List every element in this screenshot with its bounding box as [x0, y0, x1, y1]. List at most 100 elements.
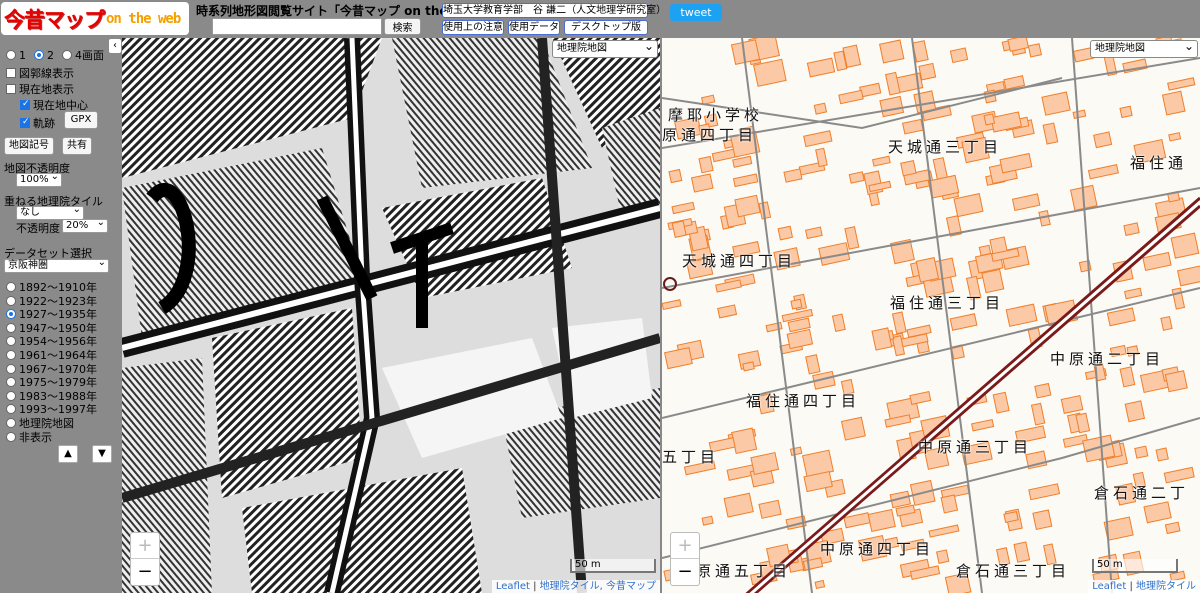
label-place-9: 五丁目: [662, 448, 720, 466]
logo-main-text: 今昔マップ: [4, 7, 105, 32]
building-shape: [742, 361, 755, 372]
building-shape: [1124, 400, 1146, 423]
left-attribution-separator: |: [529, 581, 540, 592]
down-arrow-icon[interactable]: ▼: [92, 445, 112, 463]
right-source-link[interactable]: 地理院タイル: [1136, 581, 1196, 592]
left-source-link[interactable]: 地理院タイル, 今昔マップ: [540, 581, 656, 592]
building-shape: [918, 62, 937, 81]
building-shape: [840, 416, 866, 441]
desktop-version-button[interactable]: デスクトップ版: [564, 20, 648, 35]
label-place-7: 福住通四丁目: [746, 392, 861, 410]
left-zoom-out-button[interactable]: −: [131, 559, 159, 585]
building-shape: [1123, 222, 1140, 236]
label-place-11: 中原通四丁目: [820, 540, 935, 558]
search-button[interactable]: 検索: [384, 18, 421, 35]
site-logo[interactable]: 今昔マップ on the web: [1, 2, 189, 35]
building-shape: [701, 515, 714, 526]
label-place-13: 倉石通三丁目: [956, 562, 1071, 580]
label-place-2: 天城通三丁目: [888, 138, 1003, 156]
sidebar: 1 2 4画面 図郭線表示 現在地表示 現在地中心 軌跡 GPX 地図記号 共有…: [0, 38, 122, 593]
current-location-label: 現在地表示: [19, 83, 74, 96]
center-current-checkbox[interactable]: [20, 99, 30, 110]
label-school: 摩耶小学校: [668, 106, 764, 124]
period-radio[interactable]: [6, 322, 16, 333]
building-shape: [936, 549, 950, 564]
left-leaflet-link[interactable]: Leaflet: [496, 581, 530, 592]
left-zoom-in-button[interactable]: +: [131, 533, 159, 559]
building-shape: [790, 298, 803, 310]
overlay-select[interactable]: なし: [16, 204, 84, 220]
gpx-button[interactable]: GPX: [64, 111, 98, 129]
legend-button[interactable]: 地図記号: [4, 137, 54, 155]
historical-map-image: [122, 38, 660, 593]
period-radio[interactable]: [6, 282, 16, 292]
building-shape: [940, 494, 959, 514]
notes-button[interactable]: 使用上の注意: [442, 20, 504, 35]
building-shape: [731, 427, 758, 455]
left-layer-select[interactable]: 地理院地図: [552, 38, 658, 58]
period-label: 非表示: [19, 430, 52, 444]
grid-checkbox[interactable]: [6, 68, 16, 78]
building-shape: [1134, 445, 1149, 459]
building-shape: [668, 168, 683, 184]
period-radio[interactable]: [6, 377, 16, 388]
share-button[interactable]: 共有: [62, 137, 92, 155]
period-option[interactable]: 非表示: [6, 429, 52, 445]
search-input[interactable]: [212, 18, 382, 35]
right-layer-select[interactable]: 地理院地図: [1090, 38, 1198, 58]
period-radio[interactable]: [6, 404, 16, 415]
screen-4-radio[interactable]: [62, 50, 72, 60]
building-shape: [1032, 509, 1053, 531]
data-button[interactable]: 使用データ: [508, 20, 560, 35]
collapse-sidebar-icon[interactable]: ‹: [109, 39, 121, 53]
period-radio[interactable]: [6, 418, 16, 428]
building-shape: [879, 39, 905, 64]
period-radio[interactable]: [6, 309, 16, 320]
dataset-select[interactable]: 京阪神圏: [4, 257, 109, 273]
left-attribution: Leaflet | 地理院タイル, 今昔マップ: [491, 580, 660, 593]
current-location-row[interactable]: 現在地表示: [6, 81, 74, 97]
building-shape: [1093, 131, 1113, 149]
right-attribution-separator: |: [1126, 581, 1136, 592]
affiliation-link[interactable]: 埼玉大学教育学部 谷 謙二（人文地理学研究室）: [442, 3, 666, 18]
period-radio[interactable]: [6, 390, 16, 401]
building-shape: [1160, 315, 1173, 331]
building-shape: [814, 579, 826, 590]
building-shape: [671, 220, 687, 238]
period-radio[interactable]: [6, 295, 16, 306]
opacity-select[interactable]: 100%: [16, 171, 62, 187]
building-shape: [813, 102, 828, 115]
building-shape: [900, 160, 917, 177]
building-shape: [1170, 232, 1200, 259]
right-leaflet-link[interactable]: Leaflet: [1092, 581, 1126, 592]
right-zoom-out-button[interactable]: −: [671, 559, 699, 585]
left-zoom-control: + −: [130, 532, 160, 586]
screen-1-radio[interactable]: [6, 50, 16, 60]
screen-2-radio[interactable]: [34, 50, 44, 60]
header-bar: 今昔マップ on the web 時系列地形図閲覧サイト「今昔マップ on th…: [0, 0, 1200, 38]
left-map-historical[interactable]: 地理院地図 + − 50 m Leaflet | 地理院タイル, 今昔マップ: [122, 38, 660, 593]
logo-sub-text: on the web: [106, 10, 181, 27]
building-shape: [983, 113, 996, 126]
building-shape: [1034, 382, 1052, 399]
tweet-button[interactable]: tweet: [670, 4, 722, 21]
period-radio[interactable]: [6, 431, 16, 442]
building-shape: [1155, 447, 1169, 462]
grid-toggle-row[interactable]: 図郭線表示: [6, 65, 74, 81]
right-zoom-in-button[interactable]: +: [671, 533, 699, 559]
up-arrow-icon[interactable]: ▲: [58, 445, 78, 463]
building-shape: [1119, 105, 1133, 119]
overlay-opacity-label: 不透明度: [16, 222, 60, 235]
period-radio[interactable]: [6, 350, 16, 360]
overlay-opacity-select[interactable]: 20%: [62, 217, 108, 233]
track-checkbox[interactable]: [20, 117, 30, 128]
building-shape: [1164, 370, 1188, 393]
period-radio[interactable]: [6, 363, 16, 374]
track-row[interactable]: 軌跡: [20, 115, 55, 131]
screen-2-label: 2: [47, 48, 54, 62]
right-map-current[interactable]: 摩耶小学校 原通四丁目 天城通三丁目 福住通 天城通四丁目 福住通三丁目 中原通…: [662, 38, 1200, 593]
screen-4-label: 4画面: [75, 49, 104, 62]
label-place-6: 中原通二丁目: [1050, 350, 1165, 368]
current-location-checkbox[interactable]: [6, 84, 16, 94]
period-radio[interactable]: [6, 336, 16, 347]
